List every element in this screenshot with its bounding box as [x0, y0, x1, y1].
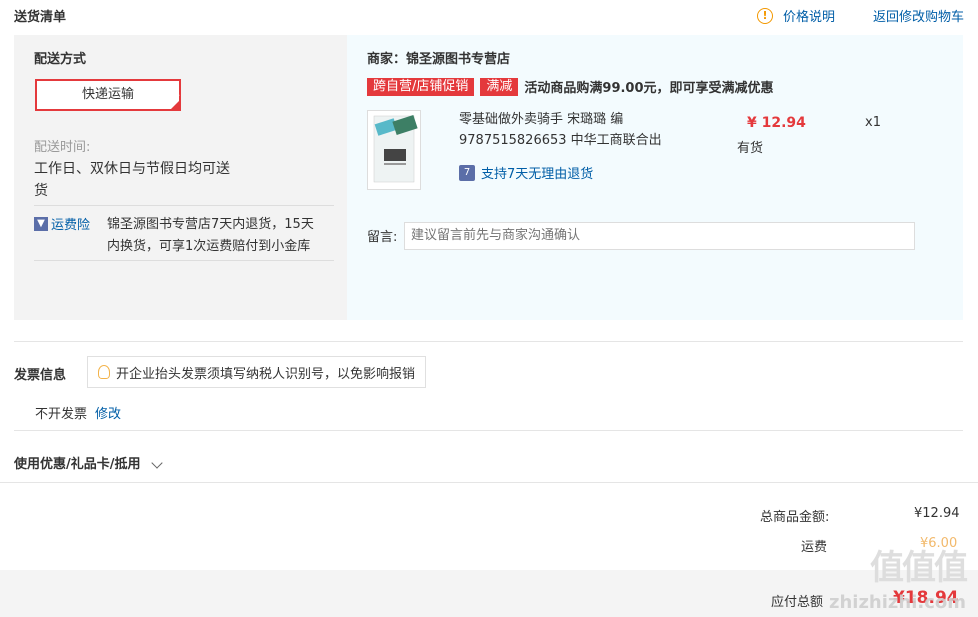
promo-tag-cross-store: 跨自营/店铺促销: [367, 77, 475, 96]
divider: [34, 205, 334, 206]
shipping-method-label: 快递运输: [81, 87, 134, 102]
product-price: ¥ 12.94: [747, 115, 806, 131]
invoice-label: 发票信息: [14, 368, 67, 383]
delivery-time-line1: 工作日、双休日与节假日均可送: [34, 161, 230, 177]
note-label: 留言:: [367, 230, 398, 245]
divider: [34, 260, 334, 261]
divider: [0, 482, 978, 483]
invoice-tip: 开企业抬头发票须填写纳税人识别号，以免影响报销: [87, 356, 427, 388]
return-icon: 7: [459, 164, 475, 181]
section-title: 送货清单: [14, 10, 67, 25]
product-name-line1[interactable]: 零基础做外卖骑手 宋璐璐 编: [459, 108, 623, 127]
note-input[interactable]: [404, 222, 915, 250]
merchant-section: 商家：锦圣源图书专营店 跨自营/店铺促销 满减 活动商品购满99.00元，即可享…: [347, 35, 963, 320]
delivery-section: 配送方式 快递运输 配送时间: 工作日、双休日与节假日均可送 货 ▼ 运费险 锦…: [14, 35, 347, 320]
merchant-name: 商家：锦圣源图书专营店: [367, 52, 511, 67]
divider: [14, 341, 963, 342]
promo-row: 跨自营/店铺促销 满减 活动商品购满99.00元，即可享受满减优惠: [367, 77, 774, 96]
delivery-label: 配送方式: [34, 52, 87, 67]
product-name-line2[interactable]: 9787515826653 中华工商联合出: [459, 129, 662, 148]
header-links: ! 价格说明 返回修改购物车: [756, 6, 964, 25]
insurance-label: 运费险: [51, 218, 91, 233]
return-policy-text: 支持7天无理由退货: [481, 167, 594, 182]
info-icon: !: [756, 7, 773, 24]
shield-icon: ▼: [34, 216, 48, 231]
stock-status: 有货: [737, 141, 764, 156]
shipping-fee-label: 运费: [801, 540, 828, 555]
order-panel: 配送方式 快递运输 配送时间: 工作日、双休日与节假日均可送 货 ▼ 运费险 锦…: [14, 35, 963, 320]
coupon-label: 使用优惠/礼品卡/抵用: [14, 457, 141, 472]
shipping-insurance[interactable]: ▼ 运费险: [34, 214, 90, 233]
invoice-tip-text: 开企业抬头发票须填写纳税人识别号，以免影响报销: [116, 366, 416, 382]
insurance-text-line1: 锦圣源图书专营店7天内退货，15天: [107, 217, 314, 232]
delivery-time-label: 配送时间:: [34, 140, 91, 155]
lightbulb-icon: [98, 365, 110, 379]
insurance-text-line2: 内换货，可享1次运费赔付到小金库: [107, 239, 311, 254]
divider: [14, 430, 963, 431]
product-quantity: x1: [865, 115, 881, 130]
delivery-time-line2: 货: [34, 183, 48, 199]
watermark-url: zhizhizhi.com: [828, 592, 966, 613]
subtotal-value: ¥12.94: [914, 506, 960, 521]
invoice-status: 不开发票: [35, 407, 88, 422]
chevron-down-icon: [151, 456, 163, 469]
promo-tag-discount: 满减: [480, 77, 519, 96]
coupon-toggle[interactable]: 使用优惠/礼品卡/抵用: [14, 453, 163, 472]
return-policy[interactable]: 7 支持7天无理由退货: [459, 163, 593, 182]
back-to-cart-link[interactable]: 返回修改购物车: [873, 6, 964, 25]
selected-check-icon: [169, 84, 181, 112]
subtotal-label: 总商品金额:: [760, 510, 830, 525]
total-label: 应付总额: [771, 595, 824, 610]
invoice-edit-link[interactable]: 修改: [95, 403, 121, 422]
product-image[interactable]: [367, 110, 421, 190]
promo-text: 活动商品购满99.00元，即可享受满减优惠: [524, 81, 774, 96]
price-info-link[interactable]: 价格说明: [783, 6, 835, 25]
watermark-logo: 值值值: [870, 548, 968, 588]
shipping-method-button[interactable]: 快递运输: [35, 79, 181, 112]
